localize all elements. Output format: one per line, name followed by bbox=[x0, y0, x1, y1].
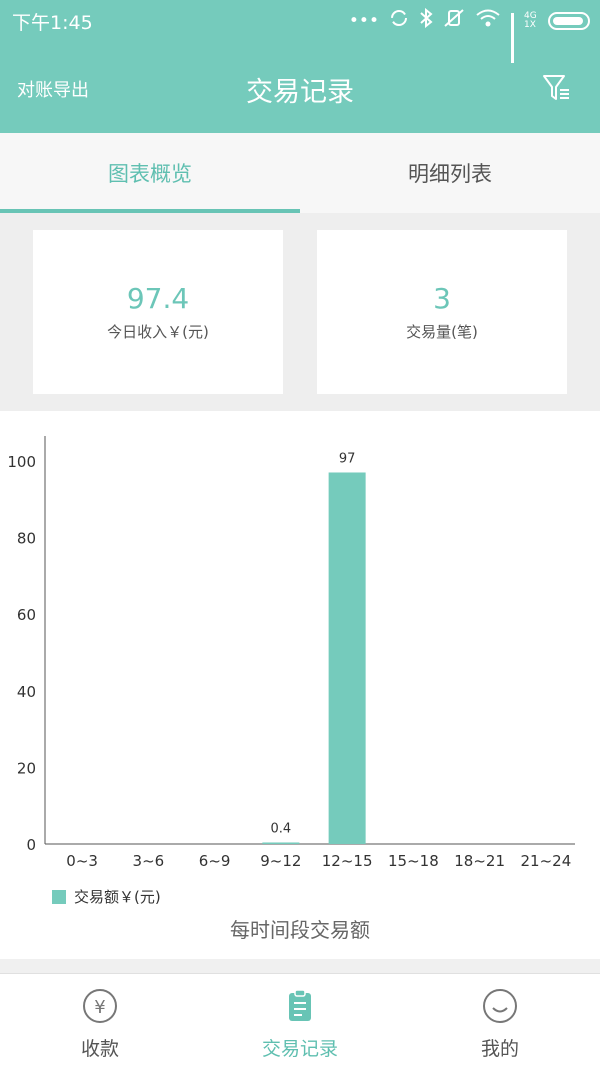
wifi-icon bbox=[475, 8, 501, 33]
yuan-circle-icon: ¥ bbox=[82, 988, 118, 1024]
count-value: 3 bbox=[433, 282, 451, 315]
network-type: 4G 1X bbox=[524, 10, 537, 30]
filter-icon bbox=[543, 75, 569, 100]
y-tick-label: 80 bbox=[17, 530, 36, 548]
tab-chart-overview[interactable]: 图表概览 bbox=[0, 133, 300, 213]
x-tick-label: 6~9 bbox=[199, 852, 231, 870]
tab-detail-list[interactable]: 明细列表 bbox=[300, 133, 600, 213]
app-header: 下午1:45 ••• 4G 1X 对账导出 交易记录 bbox=[0, 0, 600, 133]
y-tick-label: 0 bbox=[26, 836, 36, 854]
nav-label: 交易记录 bbox=[261, 1038, 338, 1060]
status-bar: 下午1:45 ••• 4G 1X bbox=[0, 0, 600, 63]
bottom-nav: ¥ 收款 交易记录 我的 bbox=[0, 973, 600, 1067]
x-tick-label: 0~3 bbox=[66, 852, 98, 870]
chart-legend: 交易额￥(元) bbox=[52, 886, 161, 907]
divider bbox=[0, 959, 600, 973]
bar bbox=[328, 472, 366, 844]
y-tick-label: 40 bbox=[17, 683, 36, 701]
reconcile-export-button[interactable]: 对账导出 bbox=[17, 76, 89, 102]
data-label: 0.4 bbox=[271, 821, 292, 836]
battery-icon bbox=[548, 11, 590, 30]
bar-chart: 0 20 40 60 80 100 0~3 3~6 6~9 9~12 0.4 12~15 97 15~18… bbox=[7, 436, 575, 870]
x-tick-label: 15~18 bbox=[388, 852, 439, 870]
bar bbox=[262, 842, 300, 844]
smiley-icon bbox=[482, 988, 518, 1024]
legend-swatch bbox=[52, 889, 66, 904]
x-tick-label: 9~12 bbox=[260, 852, 301, 870]
count-card: 3 交易量(笔) bbox=[317, 230, 567, 394]
nav-label: 收款 bbox=[80, 1038, 119, 1060]
count-label: 交易量(笔) bbox=[406, 323, 478, 341]
nav-mine[interactable]: 我的 bbox=[400, 974, 600, 1067]
sync-icon bbox=[389, 8, 409, 33]
filter-button[interactable] bbox=[540, 72, 572, 104]
x-tick-label: 21~24 bbox=[521, 852, 572, 870]
status-icons: ••• 4G 1X bbox=[348, 7, 590, 63]
income-label: 今日收入￥(元) bbox=[107, 323, 209, 341]
tab-bar: 图表概览 明细列表 bbox=[0, 133, 600, 213]
vibrate-off-icon bbox=[443, 8, 465, 33]
x-tick-label: 18~21 bbox=[454, 852, 505, 870]
more-dots-icon: ••• bbox=[348, 10, 379, 31]
y-tick-label: 60 bbox=[17, 606, 36, 624]
tab-label: 图表概览 bbox=[108, 162, 192, 186]
y-tick-label: 20 bbox=[17, 759, 36, 777]
svg-text:¥: ¥ bbox=[94, 997, 105, 1018]
tab-label: 明细列表 bbox=[408, 162, 492, 186]
nav-transactions[interactable]: 交易记录 bbox=[200, 974, 400, 1067]
income-value: 97.4 bbox=[126, 282, 190, 315]
bluetooth-icon bbox=[419, 7, 433, 33]
signal-icon bbox=[511, 12, 514, 63]
clipboard-icon bbox=[282, 988, 318, 1024]
status-time: 下午1:45 bbox=[12, 12, 93, 34]
nav-label: 我的 bbox=[480, 1038, 519, 1060]
nav-collect[interactable]: ¥ 收款 bbox=[0, 974, 200, 1067]
data-label: 97 bbox=[339, 451, 356, 466]
stats-section: 97.4 今日收入￥(元) 3 交易量(笔) bbox=[0, 213, 600, 411]
x-tick-label: 3~6 bbox=[133, 852, 165, 870]
legend-label: 交易额￥(元) bbox=[74, 888, 161, 906]
x-tick-label: 12~15 bbox=[322, 852, 373, 870]
page-title: 交易记录 bbox=[246, 77, 354, 108]
chart-description: 每时间段交易额 bbox=[230, 918, 370, 942]
chart-panel: 0 20 40 60 80 100 0~3 3~6 6~9 9~12 0.4 12~15 97 15~18… bbox=[0, 411, 600, 959]
income-card: 97.4 今日收入￥(元) bbox=[33, 230, 283, 394]
y-tick-label: 100 bbox=[7, 453, 36, 471]
